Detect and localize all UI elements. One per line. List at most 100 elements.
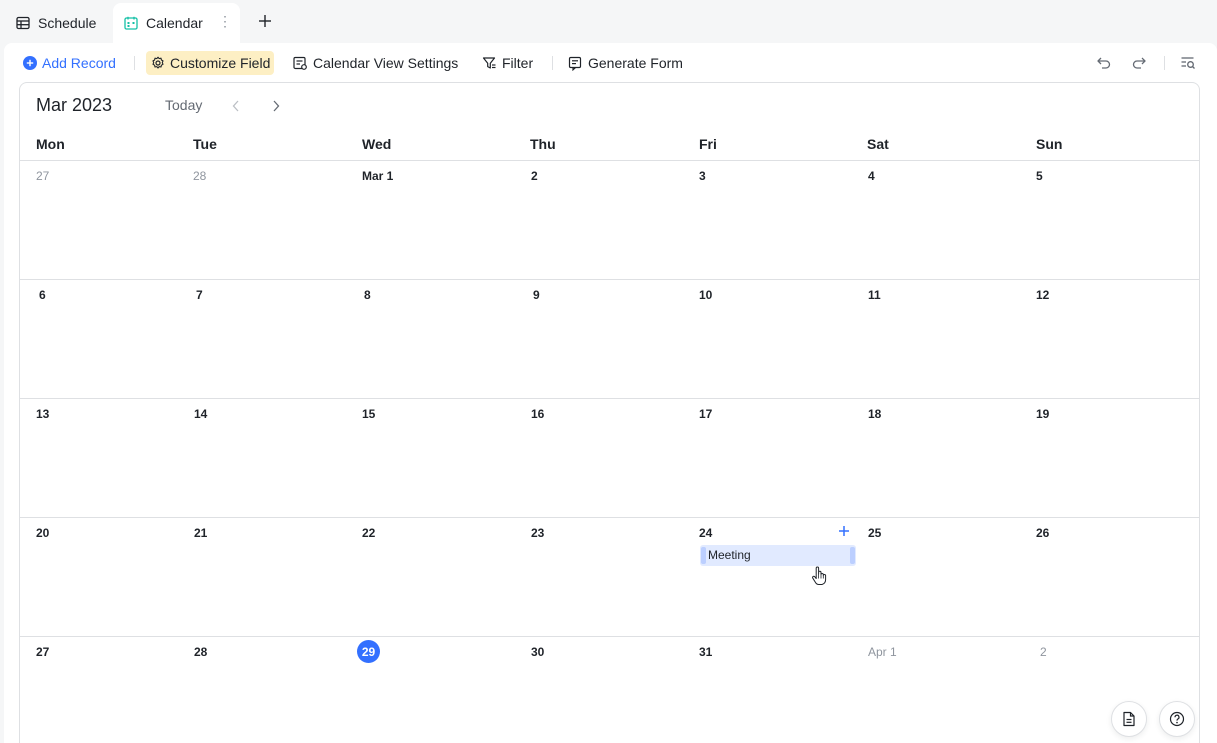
toolbar: Add Record Customize Field Calendar View…	[4, 43, 1217, 81]
add-record-label: Add Record	[42, 55, 116, 71]
day-cell[interactable]: 15	[345, 399, 514, 517]
day-cell-today[interactable]: 29	[345, 637, 514, 743]
tab-calendar-label: Calendar	[146, 15, 203, 31]
filter-label: Filter	[502, 55, 533, 71]
day-cell[interactable]: 21	[177, 518, 345, 636]
day-cell[interactable]: 14	[177, 399, 345, 517]
day-number: 10	[699, 288, 712, 302]
day-number: 15	[362, 407, 375, 421]
document-icon	[1121, 711, 1137, 727]
help-icon	[1169, 711, 1185, 727]
week-row: 13 14 15 16 17 18 19	[20, 398, 1200, 517]
add-tab-icon[interactable]	[256, 12, 274, 30]
tab-bar: Schedule Calendar ⋮	[0, 0, 1217, 43]
day-cell[interactable]: 27	[20, 161, 177, 279]
week-row: 20 21 22 23 24 Meeting	[20, 517, 1200, 636]
filter-button[interactable]: Filter	[482, 51, 533, 75]
day-number: 28	[193, 169, 206, 183]
weekday-label: Wed	[362, 136, 391, 152]
add-record-button[interactable]: Add Record	[23, 51, 116, 75]
resize-handle-left[interactable]	[701, 547, 706, 564]
day-number: 21	[194, 526, 207, 540]
day-cell[interactable]: 28	[177, 637, 345, 743]
day-cell[interactable]: 12	[1019, 280, 1200, 398]
day-cell[interactable]: 26	[1019, 518, 1200, 636]
weekday-label: Tue	[193, 136, 217, 152]
day-number: 7	[196, 288, 203, 302]
day-number: 24	[699, 526, 712, 540]
generate-form-button[interactable]: Generate Form	[568, 51, 683, 75]
event-title: Meeting	[708, 548, 751, 562]
tab-schedule-label: Schedule	[38, 15, 96, 31]
undo-icon[interactable]	[1094, 53, 1114, 73]
day-number: Apr 1	[868, 645, 897, 659]
day-number: 23	[531, 526, 544, 540]
weekday-header: Mon Tue Wed Thu Fri Sat Sun	[20, 135, 1200, 160]
day-number: 27	[36, 645, 49, 659]
table-icon	[16, 16, 30, 30]
search-records-icon[interactable]	[1178, 53, 1198, 73]
day-number: 11	[868, 288, 881, 302]
day-cell[interactable]: 11	[851, 280, 1019, 398]
customize-field-button[interactable]: Customize Field	[146, 51, 274, 75]
day-cell[interactable]: 2	[514, 161, 682, 279]
weekday-label: Fri	[699, 136, 717, 152]
day-cell[interactable]: 16	[514, 399, 682, 517]
day-cell[interactable]: 23	[514, 518, 682, 636]
day-cell[interactable]: 7	[177, 280, 345, 398]
day-number: 2	[1040, 645, 1047, 659]
day-cell[interactable]: 27	[20, 637, 177, 743]
day-number: 18	[868, 407, 881, 421]
filter-icon	[482, 56, 497, 71]
day-cell[interactable]: 13	[20, 399, 177, 517]
chevron-right-icon[interactable]	[268, 96, 284, 116]
day-cell[interactable]: Mar 1	[345, 161, 514, 279]
day-cell[interactable]: 10	[682, 280, 851, 398]
day-cell[interactable]: 28	[177, 161, 345, 279]
toolbar-divider	[134, 56, 135, 70]
view-settings-icon	[293, 56, 308, 71]
day-cell[interactable]: 20	[20, 518, 177, 636]
day-number: 19	[1036, 407, 1049, 421]
day-cell[interactable]: 4	[851, 161, 1019, 279]
main-panel: Add Record Customize Field Calendar View…	[4, 43, 1217, 743]
calendar-view: Mar 2023 Today Mon Tue Wed Thu Fri Sat S…	[19, 82, 1200, 743]
day-cell[interactable]: 19	[1019, 399, 1200, 517]
today-button[interactable]: Today	[165, 97, 202, 113]
day-cell-hovered[interactable]: 24 Meeting	[682, 518, 851, 636]
toolbar-divider	[1164, 56, 1165, 70]
day-cell[interactable]: 8	[345, 280, 514, 398]
calendar-view-settings-button[interactable]: Calendar View Settings	[293, 51, 458, 75]
event-meeting[interactable]: Meeting	[700, 545, 856, 566]
add-circle-icon	[23, 56, 37, 70]
tab-more-icon[interactable]: ⋮	[218, 14, 232, 28]
month-title: Mar 2023	[36, 95, 112, 116]
day-cell[interactable]: 9	[514, 280, 682, 398]
gear-icon	[151, 56, 165, 70]
day-number: 28	[194, 645, 207, 659]
day-number: 25	[868, 526, 881, 540]
day-cell[interactable]: 3	[682, 161, 851, 279]
add-event-icon[interactable]	[837, 524, 851, 538]
day-cell[interactable]: 22	[345, 518, 514, 636]
day-cell[interactable]: 6	[20, 280, 177, 398]
help-button[interactable]	[1159, 701, 1195, 737]
chevron-left-icon[interactable]	[228, 96, 244, 116]
day-cell[interactable]: 31	[682, 637, 851, 743]
day-number: 2	[531, 169, 538, 183]
document-button[interactable]	[1111, 701, 1147, 737]
tab-schedule[interactable]: Schedule	[16, 3, 96, 43]
day-cell[interactable]: 25	[851, 518, 1019, 636]
day-number: 27	[36, 169, 49, 183]
day-cell[interactable]: 5	[1019, 161, 1200, 279]
day-cell[interactable]: 17	[682, 399, 851, 517]
day-number: 17	[699, 407, 712, 421]
customize-field-label: Customize Field	[170, 55, 270, 71]
day-cell[interactable]: 30	[514, 637, 682, 743]
redo-icon[interactable]	[1129, 53, 1149, 73]
day-cell[interactable]: 18	[851, 399, 1019, 517]
toolbar-divider	[552, 56, 553, 70]
weekday-label: Sun	[1036, 136, 1062, 152]
day-number: 16	[531, 407, 544, 421]
day-cell[interactable]: Apr 1	[851, 637, 1019, 743]
